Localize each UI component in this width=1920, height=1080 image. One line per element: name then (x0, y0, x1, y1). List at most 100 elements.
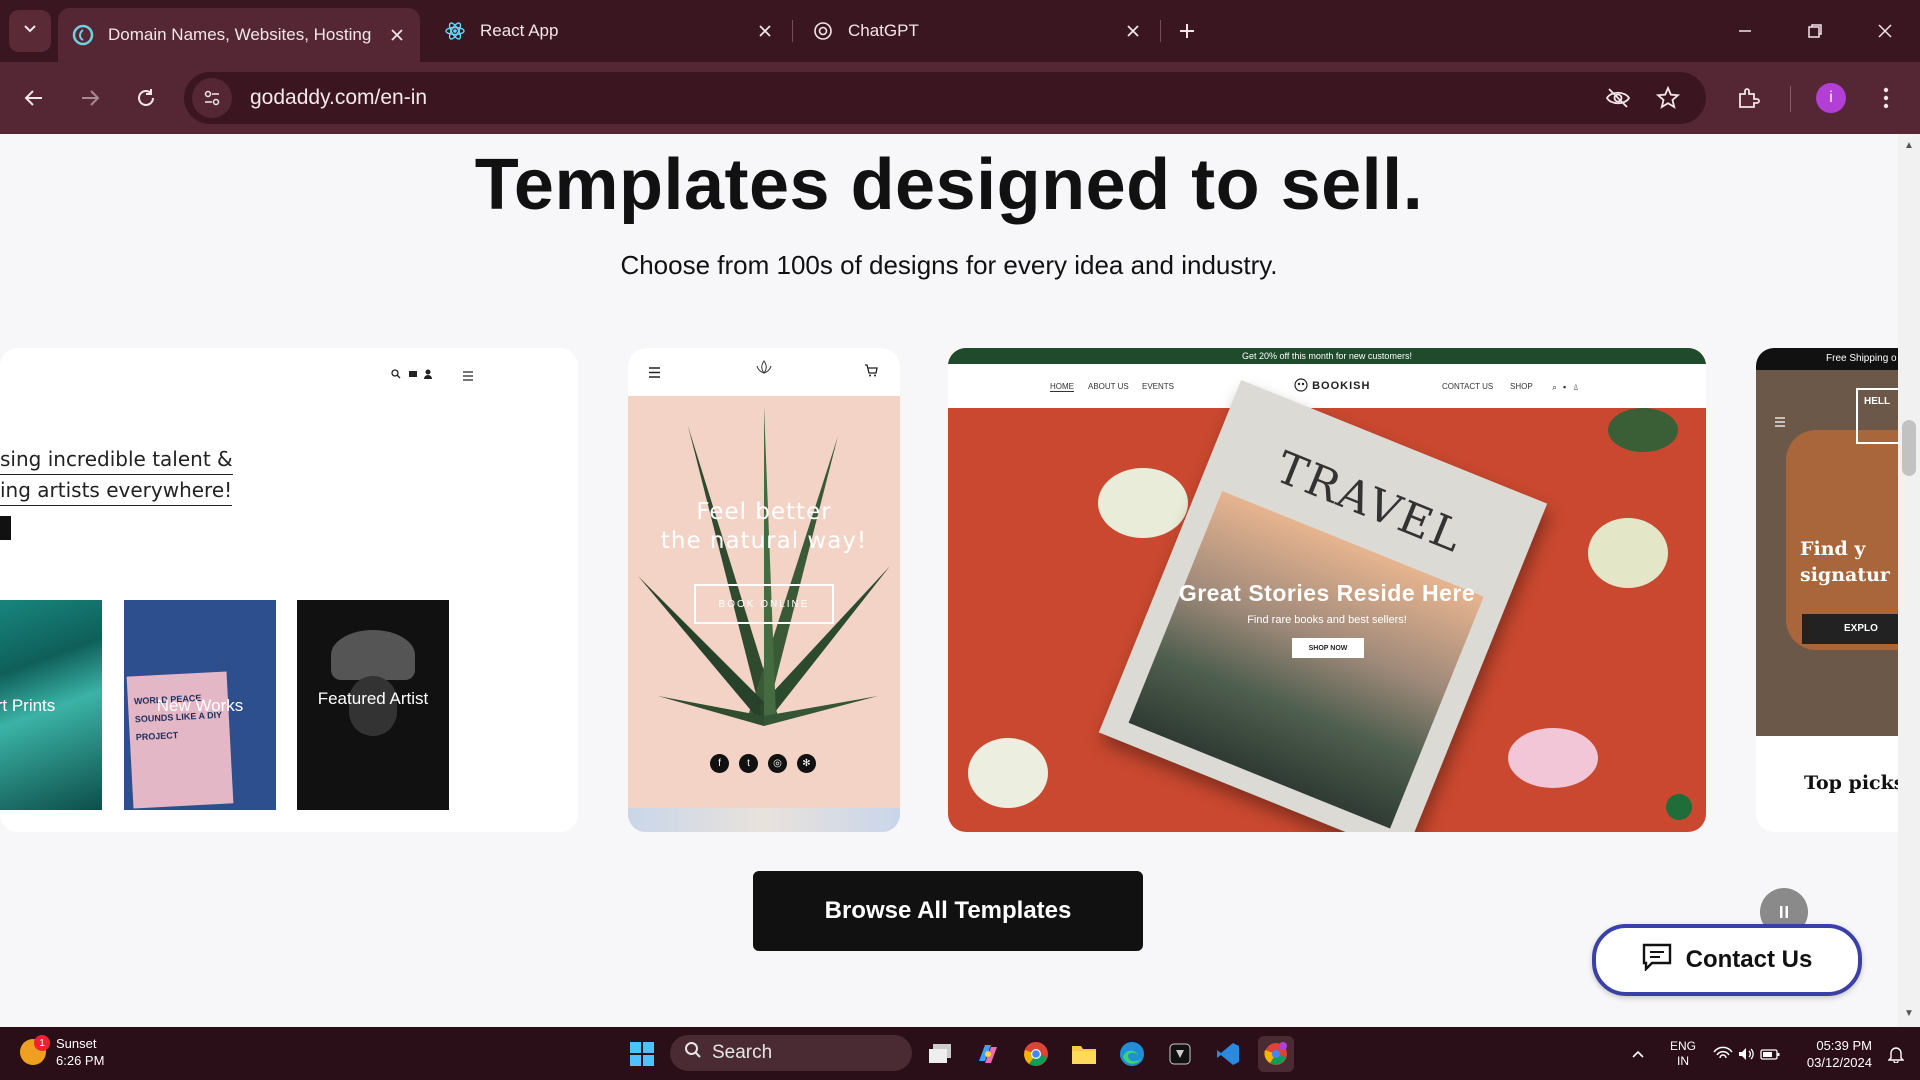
notification-badge: 1 (34, 1035, 50, 1051)
tab-godaddy[interactable]: Domain Names, Websites, Hosting (58, 8, 420, 62)
forward-button[interactable] (68, 76, 112, 120)
template-card-furniture[interactable]: Free Shipping o HELL Find y signatur EXP… (1756, 348, 1898, 832)
address-bar[interactable]: godaddy.com/en-in (184, 72, 1706, 124)
artist-tagline: sing incredible talent & ing artists eve… (0, 444, 233, 506)
social-icons: f t ◎ ✻ (710, 754, 816, 773)
template-card-artist[interactable]: sing incredible talent & ing artists eve… (0, 348, 578, 832)
owl-logo-icon (1294, 378, 1308, 392)
twitter-icon: t (739, 754, 758, 773)
tab-separator (1160, 20, 1161, 42)
chevron-down-icon (23, 22, 37, 41)
copilot-icon[interactable] (970, 1036, 1006, 1072)
promo-banner: Free Shipping o (1756, 348, 1898, 370)
bookish-brand: BOOKISH (1294, 378, 1370, 392)
tab-react-app[interactable]: React App (430, 8, 788, 54)
toolbar-divider (1790, 86, 1791, 112)
scroll-up-arrow-icon[interactable]: ▲ (1902, 140, 1916, 154)
flower-shape (1588, 518, 1668, 588)
hamburger-menu-icon (1774, 414, 1786, 432)
close-window-button[interactable] (1862, 10, 1908, 52)
windows-start-icon[interactable] (624, 1036, 660, 1072)
site-info-icon[interactable] (192, 78, 232, 118)
bookish-hero-sub: Find rare books and best sellers! (1247, 614, 1407, 626)
hello-logo: HELL (1856, 388, 1898, 444)
chat-message-icon (1642, 943, 1672, 978)
hat-shape (331, 630, 415, 680)
app-store-icon[interactable] (1162, 1036, 1198, 1072)
lotus-logo-icon (754, 358, 774, 383)
task-view-icon[interactable] (922, 1036, 958, 1072)
close-tab-icon[interactable] (1118, 16, 1148, 46)
profile-avatar[interactable]: i (1816, 83, 1846, 113)
chrome-profile-icon[interactable] (1258, 1036, 1294, 1072)
extensions-puzzle-icon[interactable] (1726, 76, 1770, 120)
vscode-icon[interactable] (1210, 1036, 1246, 1072)
reload-button[interactable] (124, 76, 168, 120)
tab-search-button[interactable] (9, 10, 51, 52)
template-card-bookish[interactable]: Get 20% off this month for new customers… (948, 348, 1706, 832)
close-tab-icon[interactable] (382, 20, 412, 50)
poster-text: WORLD PEACE SOUNDS LIKE A DIY PROJECT (126, 671, 234, 809)
pause-icon (1780, 906, 1788, 918)
notification-bell-icon[interactable] (1878, 1036, 1914, 1072)
language-indicator[interactable]: ENG IN (1666, 1039, 1700, 1069)
tab-title: Domain Names, Websites, Hosting (108, 25, 372, 44)
tab-title: ChatGPT (848, 21, 919, 40)
system-tray-icons[interactable] (1712, 1036, 1782, 1072)
bookish-hero-title: Great Stories Reside Here (1178, 580, 1476, 606)
weather-time: 6:26 PM (56, 1053, 105, 1068)
page-scrollbar[interactable] (1898, 134, 1920, 1027)
section-subheadline: Choose from 100s of designs for every id… (620, 250, 1278, 280)
contact-us-button[interactable]: Contact Us (1592, 924, 1862, 996)
template-nav: HOME ABOUT US EVENTS BOOKISH CONTACT US … (948, 364, 1706, 408)
flower-shape (1098, 468, 1188, 538)
footer-strip (628, 808, 900, 832)
scroll-down-arrow-icon[interactable]: ▼ (1902, 1008, 1916, 1022)
new-tab-button[interactable] (1170, 14, 1204, 48)
tab-strip: Domain Names, Websites, Hosting React Ap… (0, 0, 1920, 62)
bookmark-star-icon[interactable] (1648, 78, 1688, 118)
cart-icon (864, 364, 878, 382)
instagram-icon: ◎ (768, 754, 787, 773)
thumb-new-works: WORLD PEACE SOUNDS LIKE A DIY PROJECT Ne… (124, 600, 276, 810)
menu-kebab-icon[interactable] (1864, 76, 1908, 120)
template-header (628, 348, 900, 396)
tracking-protection-icon[interactable] (1598, 78, 1638, 118)
flower-shape (968, 738, 1048, 808)
taskbar-search[interactable]: Search (670, 1035, 912, 1071)
shop-now-button: SHOP NOW (1292, 638, 1364, 658)
url-text[interactable]: godaddy.com/en-in (250, 86, 427, 110)
chat-bubble-icon (1666, 794, 1692, 820)
edge-icon[interactable] (1114, 1036, 1150, 1072)
weather-title: Sunset (56, 1036, 97, 1051)
close-tab-icon[interactable] (750, 16, 780, 46)
tab-chatgpt[interactable]: ChatGPT (798, 8, 1156, 54)
taskbar-clock[interactable]: 05:39 PM 03/12/2024 (1796, 1037, 1872, 1071)
weather-widget[interactable]: 1 Sunset 6:26 PM (20, 1035, 104, 1069)
template-card-plant[interactable]: Feel better the natural way! BOOK ONLINE… (628, 348, 900, 832)
thumb-art-prints: rt Prints (0, 600, 102, 810)
nav-utility-icons: ⌕▪♙ (1552, 382, 1586, 392)
promo-banner: Get 20% off this month for new customers… (948, 348, 1706, 364)
chrome-icon[interactable] (1018, 1036, 1054, 1072)
browse-all-templates-button[interactable]: Browse All Templates (753, 871, 1143, 951)
page-viewport: Templates designed to sell. Choose from … (0, 134, 1898, 1027)
browser-toolbar: godaddy.com/en-in i (0, 62, 1920, 134)
file-explorer-icon[interactable] (1066, 1036, 1102, 1072)
book-online-button: BOOK ONLINE (694, 584, 834, 624)
flower-shape (1508, 728, 1598, 788)
chevron-up-icon[interactable] (1620, 1036, 1656, 1072)
scrollbar-thumb[interactable] (1902, 420, 1916, 476)
template-header-icons (390, 368, 448, 383)
tab-separator (792, 20, 793, 42)
hamburger-menu-icon (648, 365, 661, 383)
back-button[interactable] (12, 76, 56, 120)
leaf-shape (1608, 408, 1678, 452)
restore-button[interactable] (1792, 10, 1838, 52)
sunset-weather-icon: 1 (20, 1035, 50, 1065)
yelp-icon: ✻ (797, 754, 816, 773)
tab-title: React App (480, 21, 559, 40)
minimize-button[interactable] (1722, 10, 1768, 52)
top-picks-heading: Top picks (1804, 772, 1898, 794)
explore-button: EXPLO (1802, 614, 1898, 644)
